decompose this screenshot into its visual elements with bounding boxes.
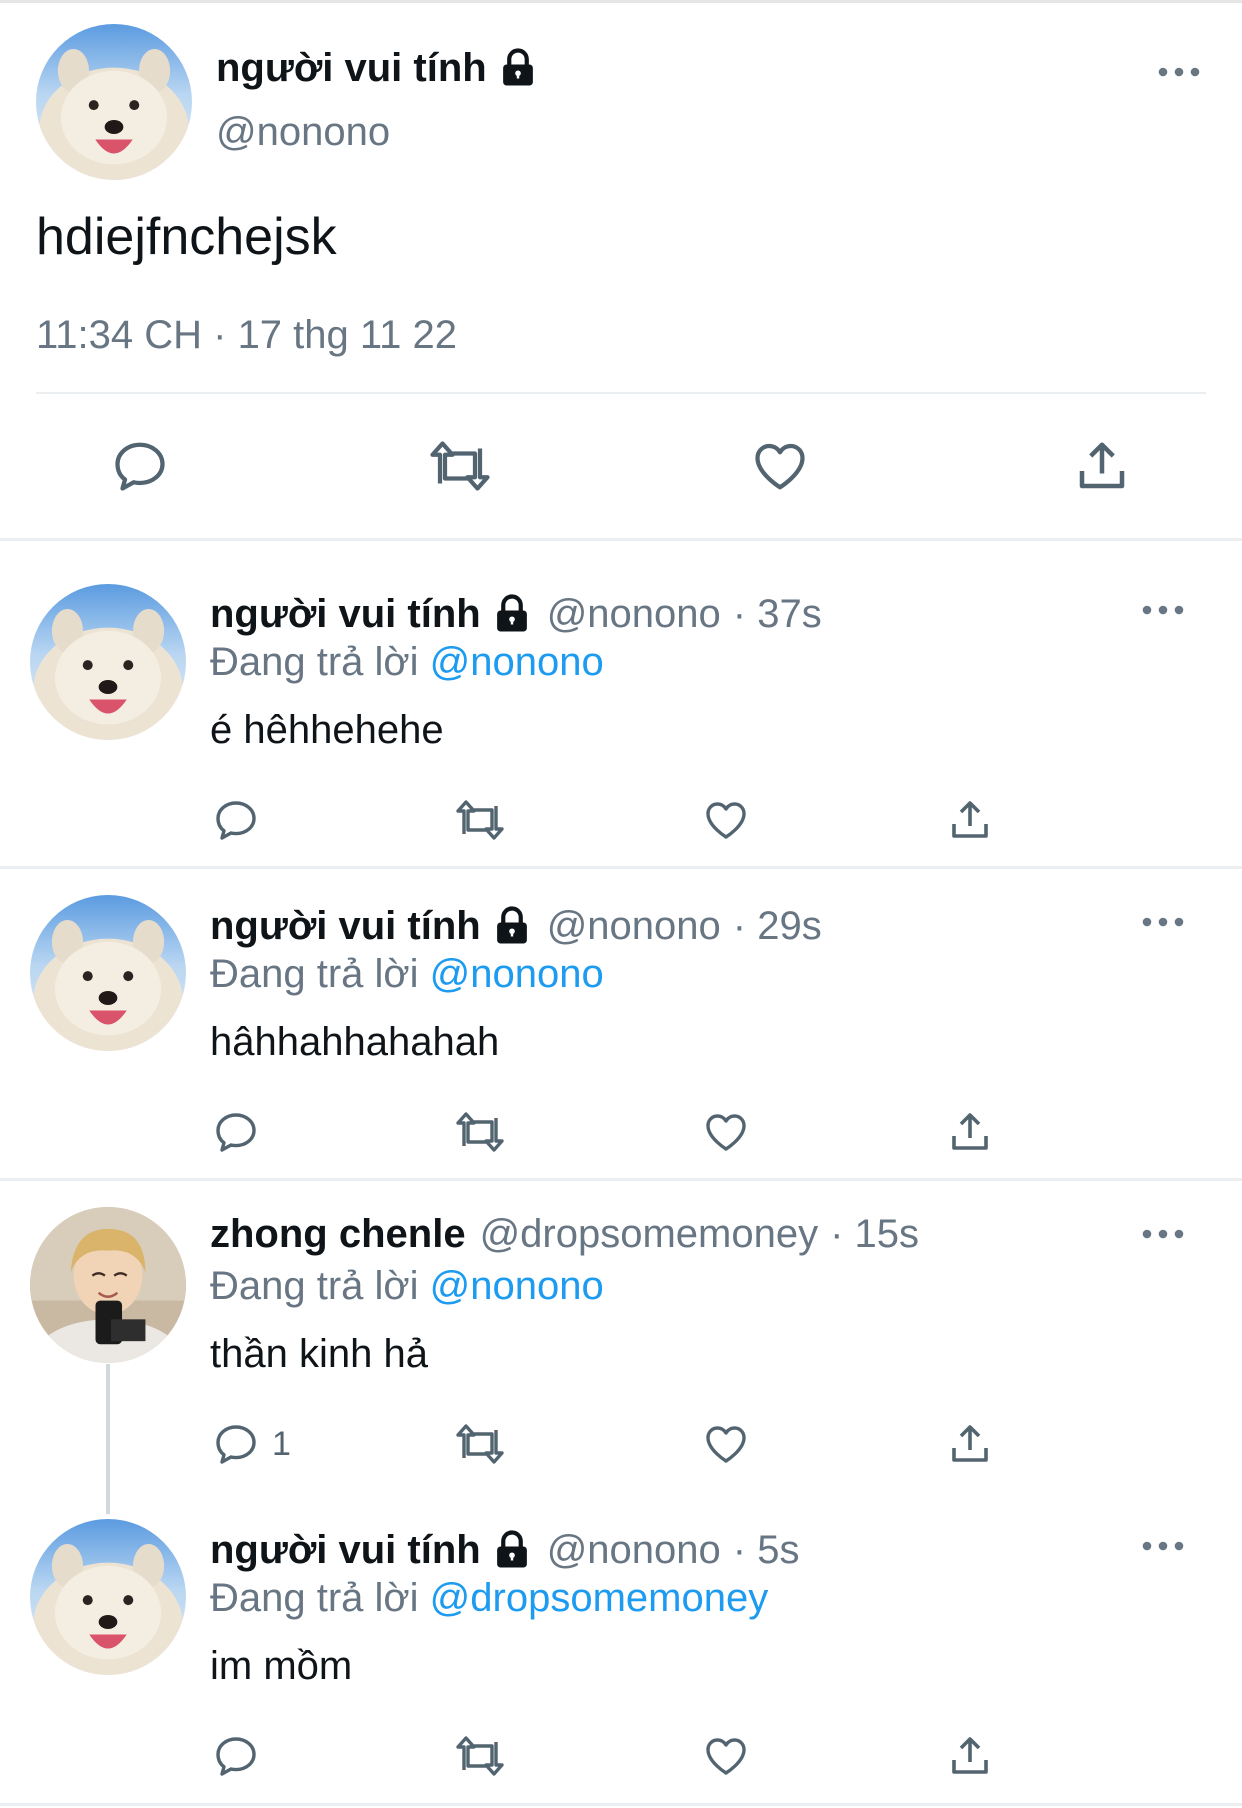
avatar[interactable] (30, 895, 186, 1051)
lock-icon (497, 47, 539, 89)
share-icon[interactable] (946, 796, 994, 844)
more-icon[interactable] (1140, 1534, 1186, 1563)
handle[interactable]: @dropsomemoney (480, 1212, 819, 1257)
avatar[interactable] (30, 1519, 186, 1675)
retweet-icon[interactable] (452, 796, 508, 844)
share-icon[interactable] (946, 1420, 994, 1468)
section-separator (0, 866, 1242, 869)
lock-icon (491, 593, 533, 635)
retweet-icon[interactable] (452, 1420, 508, 1468)
timestamp[interactable]: 11:34 CH · 17 thg 11 22 (36, 313, 457, 358)
display-name[interactable]: người vui tính (210, 592, 481, 637)
like-icon[interactable] (702, 1420, 750, 1468)
more-icon[interactable] (1140, 910, 1186, 939)
display-name[interactable]: người vui tính (210, 1528, 481, 1573)
replying-to-label: Đang trả lời (210, 640, 419, 684)
section-separator (0, 538, 1242, 541)
reply-icon[interactable] (110, 436, 170, 496)
section-separator (0, 1178, 1242, 1181)
replying-to-link[interactable]: @nonono (430, 952, 604, 996)
more-icon[interactable] (1140, 598, 1186, 627)
lock-icon (491, 1529, 533, 1571)
replying-to-label: Đang trả lời (210, 952, 419, 996)
reply-text: é hêhhehehe (210, 708, 444, 752)
replying-to-label: Đang trả lời (210, 1576, 419, 1620)
post-time[interactable]: · 15s (830, 1212, 919, 1257)
avatar[interactable] (30, 584, 186, 740)
post-time[interactable]: · 29s (733, 904, 822, 949)
retweet-icon[interactable] (425, 436, 495, 496)
like-icon[interactable] (750, 436, 810, 496)
like-icon[interactable] (702, 1732, 750, 1780)
retweet-icon[interactable] (452, 1108, 508, 1156)
more-icon[interactable] (1140, 1222, 1186, 1251)
reply-count: 1 (272, 1424, 291, 1463)
handle[interactable]: @nonono (216, 110, 390, 155)
share-icon[interactable] (946, 1108, 994, 1156)
retweet-icon[interactable] (452, 1732, 508, 1780)
post-time[interactable]: · 37s (733, 592, 822, 637)
display-name[interactable]: người vui tính (210, 904, 481, 949)
replying-to-link[interactable]: @nonono (430, 1264, 604, 1308)
like-icon[interactable] (702, 1108, 750, 1156)
reply-icon[interactable] (212, 796, 260, 844)
section-separator (0, 1803, 1242, 1806)
replying-to-link[interactable]: @nonono (430, 640, 604, 684)
divider (36, 392, 1206, 394)
thread-line (106, 1364, 110, 1514)
reply-text: im mồm (210, 1644, 353, 1688)
avatar[interactable] (36, 24, 192, 180)
replying-to-label: Đang trả lời (210, 1264, 419, 1308)
handle[interactable]: @nonono (547, 592, 721, 637)
top-border (0, 0, 1242, 3)
lock-icon (491, 905, 533, 947)
post-time[interactable]: · 5s (733, 1528, 800, 1573)
like-icon[interactable] (702, 796, 750, 844)
display-name[interactable]: zhong chenle (210, 1212, 466, 1257)
tweet-text: hdiejfnchejsk (36, 208, 337, 266)
handle[interactable]: @nonono (547, 904, 721, 949)
display-name[interactable]: người vui tính (216, 46, 487, 91)
share-icon[interactable] (1072, 436, 1132, 496)
handle[interactable]: @nonono (547, 1528, 721, 1573)
reply-icon[interactable] (212, 1420, 260, 1468)
reply-icon[interactable] (212, 1732, 260, 1780)
replying-to-link[interactable]: @dropsomemoney (430, 1576, 769, 1620)
avatar[interactable] (30, 1207, 186, 1363)
share-icon[interactable] (946, 1732, 994, 1780)
reply-text: hâhhahhahahah (210, 1020, 500, 1064)
reply-text: thần kinh hả (210, 1332, 428, 1376)
reply-icon[interactable] (212, 1108, 260, 1156)
more-icon[interactable] (1156, 60, 1202, 89)
